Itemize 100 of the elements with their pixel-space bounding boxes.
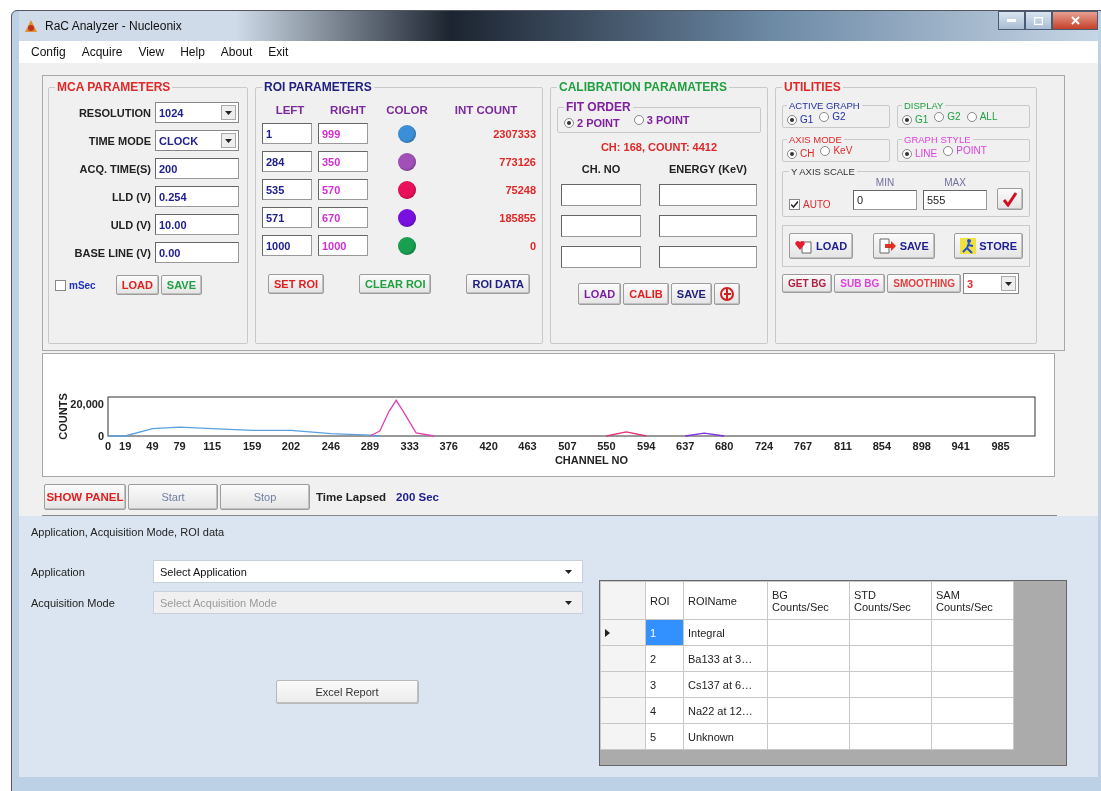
document-arrow-icon: [878, 238, 897, 254]
text-field[interactable]: 10.00: [155, 214, 239, 235]
group-title: ACTIVE GRAPH: [788, 100, 861, 111]
checkmark-icon: [791, 201, 798, 208]
action-button[interactable]: LOAD: [115, 275, 159, 295]
tick-label: 159: [242, 440, 262, 452]
apply-button[interactable]: [997, 188, 1023, 210]
tick-label: 507: [558, 440, 577, 452]
text-field[interactable]: [659, 246, 757, 268]
table-cell: Cs137 at 6…: [683, 671, 768, 698]
caret-icon: [1004, 281, 1012, 286]
text-field[interactable]: 0.00: [155, 242, 239, 263]
table-cell: Unknown: [683, 723, 768, 750]
field-label: Application: [31, 565, 86, 578]
report-button[interactable]: Excel Report: [275, 680, 419, 704]
radio-option[interactable]: KeV: [820, 145, 853, 156]
checkbox[interactable]: AUTO: [789, 199, 847, 210]
menu-item[interactable]: Acquire: [73, 43, 131, 61]
caret-icon: [565, 569, 572, 574]
column-header: COLOR: [385, 104, 429, 116]
tick-label: 767: [793, 440, 813, 452]
menu-item[interactable]: Help: [172, 43, 213, 61]
group-title: UTILITIES: [783, 80, 842, 94]
close-button[interactable]: [1052, 11, 1098, 30]
text-field[interactable]: 555: [923, 190, 987, 210]
radio-option[interactable]: 3 POINT: [633, 114, 690, 126]
column-header: CH. NO: [580, 163, 622, 175]
action-button[interactable]: SAVE: [670, 283, 712, 305]
column-header: INT COUNT: [453, 104, 519, 116]
text-field[interactable]: [561, 215, 641, 237]
action-button[interactable]: GET BG: [782, 274, 833, 293]
dropdown[interactable]: 1024: [155, 102, 239, 123]
group-title: MCA PARAMETERS: [56, 80, 172, 94]
figure-icon: [960, 238, 977, 254]
tick-label: 115: [203, 440, 222, 452]
maximize-icon: [1034, 16, 1043, 25]
action-button[interactable]: LOAD: [578, 283, 622, 305]
group-title: CALIBRATION PARAMATERS: [558, 80, 728, 94]
text-field[interactable]: 350: [318, 151, 368, 172]
text-field[interactable]: 200: [155, 158, 239, 179]
text-field[interactable]: 1000: [262, 235, 312, 256]
text-field[interactable]: 1000: [318, 235, 368, 256]
checkmark-icon: [1002, 191, 1018, 207]
text-field[interactable]: [561, 184, 641, 206]
field-label: ACQ. TIME(S): [78, 162, 151, 175]
status-value: 200 Sec: [396, 491, 439, 503]
minimize-button[interactable]: [998, 11, 1025, 30]
text-field[interactable]: 571: [262, 207, 312, 228]
text-field[interactable]: 1: [262, 123, 312, 144]
action-button[interactable]: SAVE: [872, 233, 935, 259]
group-title: GRAPH STYLE: [903, 134, 972, 145]
tick-label: 854: [872, 440, 892, 452]
radio-option[interactable]: G1: [787, 114, 814, 125]
tick-label: 463: [518, 440, 537, 452]
section-title: Application, Acquisition Mode, ROI data: [31, 526, 226, 538]
dropdown[interactable]: Select Application: [153, 560, 583, 583]
action-button[interactable]: ROI DATA: [466, 274, 530, 294]
menu-item[interactable]: Exit: [260, 43, 297, 61]
action-button[interactable]: CALIB: [623, 283, 669, 305]
action-button[interactable]: STORE: [954, 233, 1023, 259]
axis-title: CHANNEL NO: [554, 454, 629, 466]
count-value: 0: [528, 239, 536, 252]
radio-option[interactable]: 2 POINT: [564, 117, 620, 129]
text-field[interactable]: 0.254: [155, 186, 239, 207]
group-title: AXIS MODE: [788, 134, 843, 145]
menu-item[interactable]: View: [130, 43, 173, 61]
table-cell: Ba133 at 3…: [683, 645, 768, 672]
menu-item[interactable]: About: [212, 43, 261, 61]
text-field[interactable]: [659, 215, 757, 237]
action-button[interactable]: SET ROI: [268, 274, 324, 294]
field-label: RESOLUTION: [77, 106, 151, 119]
radio-option[interactable]: G2: [819, 111, 846, 122]
text-field[interactable]: 535: [262, 179, 312, 200]
table-cell: 5: [645, 723, 684, 750]
tick-label: 637: [676, 440, 695, 452]
column-header: ENERGY (KeV): [667, 163, 748, 175]
text-field[interactable]: [659, 184, 757, 206]
tick-label: 333: [400, 440, 419, 452]
text-field[interactable]: 0: [853, 190, 917, 210]
action-button[interactable]: LOAD: [789, 233, 854, 259]
menu-item[interactable]: Config: [23, 43, 74, 61]
text-field[interactable]: [561, 246, 641, 268]
text-field[interactable]: 670: [318, 207, 368, 228]
tick-label: 246: [321, 440, 341, 452]
tick-label: 420: [479, 440, 498, 452]
text-field[interactable]: 570: [318, 179, 368, 200]
action-button[interactable]: SHOW PANEL: [44, 484, 126, 510]
table-cell: 3: [645, 671, 684, 698]
radio-option[interactable]: CH: [787, 148, 815, 159]
text-field[interactable]: 284: [262, 151, 312, 172]
circle-icon: [719, 287, 734, 301]
close-icon: [1070, 16, 1080, 25]
text-field[interactable]: 999: [318, 123, 368, 144]
checkbox[interactable]: mSec: [55, 279, 96, 291]
dropdown[interactable]: CLOCK: [155, 130, 239, 151]
dropdown[interactable]: 3: [962, 273, 1019, 294]
icon-button[interactable]: [713, 283, 740, 305]
tick-label: 202: [281, 440, 301, 452]
action-button[interactable]: SMOOTHING: [887, 274, 961, 293]
maximize-button[interactable]: [1025, 11, 1052, 30]
